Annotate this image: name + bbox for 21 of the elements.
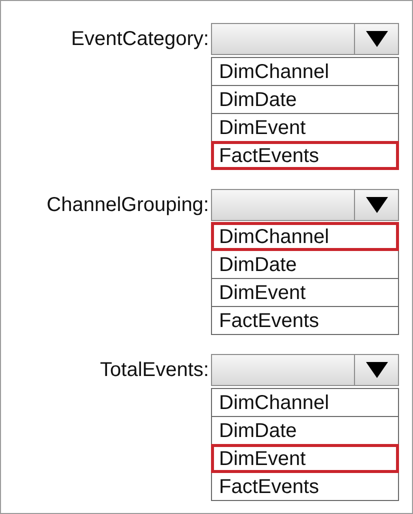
dropdown-option[interactable]: FactEvents (211, 141, 399, 170)
dropdown-option[interactable]: DimEvent (211, 113, 399, 142)
dropdown[interactable] (211, 354, 399, 386)
field-label: EventCategory: (71, 29, 209, 49)
caret-icon (366, 362, 388, 378)
field-label: ChannelGrouping: (46, 195, 209, 215)
dropdown-option[interactable]: FactEvents (211, 306, 399, 335)
field-label: TotalEvents: (100, 360, 209, 380)
dropdown-option[interactable]: DimDate (211, 416, 399, 445)
caret-icon (366, 197, 388, 213)
dropdown-option[interactable]: DimEvent (211, 278, 399, 307)
dropdown-option[interactable]: DimEvent (211, 444, 399, 473)
caret-icon (366, 31, 388, 47)
dropdown-option[interactable]: DimDate (211, 85, 399, 114)
dropdown-option[interactable]: DimChannel (211, 57, 399, 86)
dropdown[interactable] (211, 23, 399, 55)
dropdown-option[interactable]: DimChannel (211, 388, 399, 417)
dropdown-option[interactable]: DimDate (211, 250, 399, 279)
dropdown[interactable] (211, 189, 399, 221)
dropdown-option[interactable]: FactEvents (211, 472, 399, 501)
dropdown-option[interactable]: DimChannel (211, 222, 399, 251)
